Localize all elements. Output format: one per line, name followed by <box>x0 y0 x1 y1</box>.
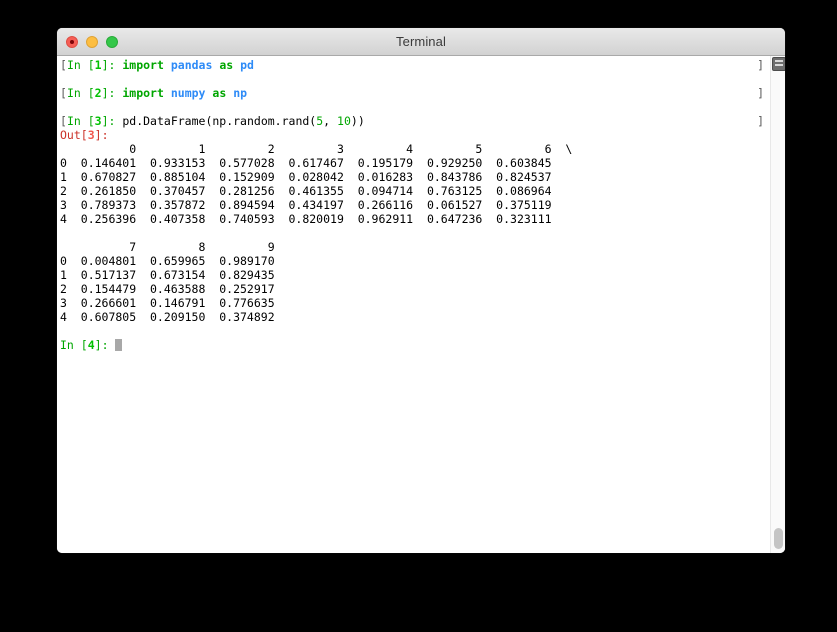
text-segment: 7 8 9 <box>60 240 275 254</box>
text-segment: as <box>219 58 233 72</box>
text-segment: In [ <box>67 114 95 128</box>
text-segment: [ <box>60 114 67 128</box>
right-edge-bracket: ] <box>757 86 764 100</box>
terminal-line: 0 0.146401 0.933153 0.577028 0.617467 0.… <box>60 156 770 170</box>
text-segment: ]: <box>102 58 123 72</box>
text-segment: import <box>122 86 164 100</box>
terminal-line: 1 0.517137 0.673154 0.829435 <box>60 268 770 282</box>
text-segment: In [ <box>67 58 95 72</box>
split-pane-icon[interactable] <box>772 57 785 71</box>
terminal-line: [In [1]: import pandas as pd] <box>60 58 770 72</box>
terminal-line: In [4]: <box>60 338 770 352</box>
text-segment: 0 1 2 3 4 5 6 \ <box>60 142 572 156</box>
terminal-line: 4 0.256396 0.407358 0.740593 0.820019 0.… <box>60 212 770 226</box>
titlebar[interactable]: Terminal <box>57 28 785 56</box>
terminal-line: Out[3]: <box>60 128 770 142</box>
minimize-button[interactable] <box>86 36 98 48</box>
terminal-line: 0 0.004801 0.659965 0.989170 <box>60 254 770 268</box>
right-edge-bracket: ] <box>757 114 764 128</box>
text-segment: pandas <box>171 58 213 72</box>
terminal-line: 0 1 2 3 4 5 6 \ <box>60 142 770 156</box>
text-segment: 3 <box>95 114 102 128</box>
text-segment: ]: <box>102 86 123 100</box>
text-segment: 1 <box>95 58 102 72</box>
text-segment: np <box>233 86 247 100</box>
text-segment: ]: <box>102 114 123 128</box>
text-segment: 4 0.607805 0.209150 0.374892 <box>60 310 275 324</box>
text-segment: In [ <box>60 338 88 352</box>
text-segment: 3 0.266601 0.146791 0.776635 <box>60 296 275 310</box>
text-segment: ]: <box>95 338 116 352</box>
text-segment: pd <box>240 58 254 72</box>
terminal-line: 3 0.266601 0.146791 0.776635 <box>60 296 770 310</box>
terminal-line: 2 0.154479 0.463588 0.252917 <box>60 282 770 296</box>
text-segment: )) <box>351 114 365 128</box>
terminal-line: [In [3]: pd.DataFrame(np.random.rand(5, … <box>60 114 770 128</box>
text-segment: import <box>122 58 164 72</box>
text-segment: [ <box>60 58 67 72</box>
text-segment: 2 0.261850 0.370457 0.281256 0.461355 0.… <box>60 184 552 198</box>
text-segment <box>164 86 171 100</box>
text-segment: 2 0.154479 0.463588 0.252917 <box>60 282 275 296</box>
window-title: Terminal <box>57 28 785 55</box>
text-segment: In [ <box>67 86 95 100</box>
traffic-lights <box>66 36 118 48</box>
text-segment <box>164 58 171 72</box>
terminal-line <box>60 100 770 114</box>
text-segment: as <box>212 86 226 100</box>
text-segment: 4 0.256396 0.407358 0.740593 0.820019 0.… <box>60 212 552 226</box>
text-segment: 1 0.517137 0.673154 0.829435 <box>60 268 275 282</box>
close-button[interactable] <box>66 36 78 48</box>
text-segment: pd.DataFrame(np.random.rand( <box>122 114 316 128</box>
text-segment: 3 <box>88 128 95 142</box>
text-segment: 2 <box>95 86 102 100</box>
terminal-line: 7 8 9 <box>60 240 770 254</box>
text-segment: 1 0.670827 0.885104 0.152909 0.028042 0.… <box>60 170 552 184</box>
text-segment: 4 <box>88 338 95 352</box>
terminal-line <box>60 324 770 338</box>
text-segment: 0 0.004801 0.659965 0.989170 <box>60 254 275 268</box>
terminal-line <box>60 72 770 86</box>
text-segment: [ <box>60 86 67 100</box>
text-segment: 3 0.789373 0.357872 0.894594 0.434197 0.… <box>60 198 552 212</box>
terminal-line: 3 0.789373 0.357872 0.894594 0.434197 0.… <box>60 198 770 212</box>
zoom-button[interactable] <box>106 36 118 48</box>
text-segment: 10 <box>337 114 351 128</box>
terminal-content: [In [1]: import pandas as pd][In [2]: im… <box>57 56 785 553</box>
scrollbar-thumb[interactable] <box>774 528 783 549</box>
right-edge-bracket: ] <box>757 58 764 72</box>
text-segment: 0 0.146401 0.933153 0.577028 0.617467 0.… <box>60 156 552 170</box>
text-cursor <box>115 339 122 351</box>
text-segment: ]: <box>95 128 116 142</box>
scrollbar[interactable] <box>770 56 785 553</box>
terminal-line <box>60 226 770 240</box>
text-segment: , <box>323 114 337 128</box>
terminal-line: 2 0.261850 0.370457 0.281256 0.461355 0.… <box>60 184 770 198</box>
terminal-window: Terminal [In [1]: import pandas as pd][I… <box>57 28 785 553</box>
terminal-line: 1 0.670827 0.885104 0.152909 0.028042 0.… <box>60 170 770 184</box>
terminal-screen[interactable]: [In [1]: import pandas as pd][In [2]: im… <box>57 56 770 553</box>
terminal-line: 4 0.607805 0.209150 0.374892 <box>60 310 770 324</box>
text-segment: Out[ <box>60 128 88 142</box>
text-segment: numpy <box>171 86 206 100</box>
terminal-line: [In [2]: import numpy as np] <box>60 86 770 100</box>
